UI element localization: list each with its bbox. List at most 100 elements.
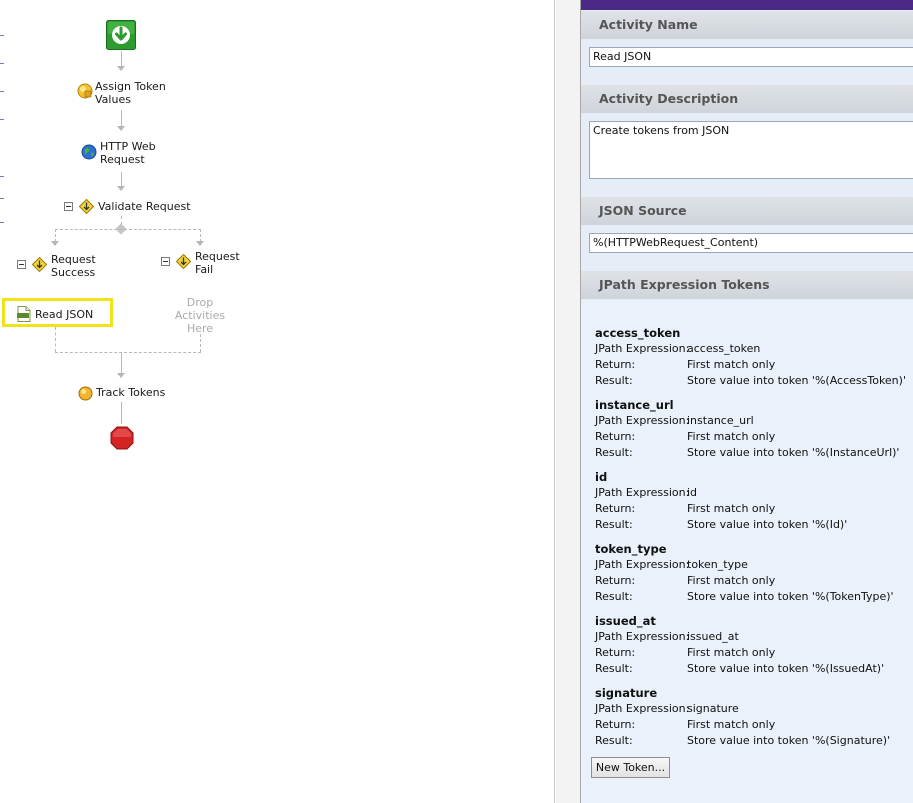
token-ret-row: Return: First match only: [595, 717, 905, 733]
token-row-label: Return:: [595, 430, 636, 443]
token-row-value: First match only: [687, 718, 776, 731]
http-web-request-activity[interactable]: HTTP Web Request: [100, 140, 156, 166]
connector-arrow: [51, 241, 59, 246]
token-row-value: First match only: [687, 574, 776, 587]
token-row-value: First match only: [687, 646, 776, 659]
token-ret-row: Return: First match only: [595, 573, 905, 589]
json-source-header: JSON Source: [581, 197, 913, 225]
token-entry[interactable]: access_token JPath Expression: access_toke…: [595, 325, 906, 389]
token-ret-row: Return: First match only: [595, 501, 905, 517]
token-name: access_token: [595, 326, 681, 340]
token-row-label: Result:: [595, 374, 633, 387]
token-res-row: Result: Store value into token '%(Instanc…: [595, 445, 905, 461]
activity-description-header: Activity Description: [581, 85, 913, 113]
token-row-label: Return:: [595, 718, 636, 731]
token-row-value: Store value into token '%(AccessToken)': [687, 374, 906, 387]
token-entry[interactable]: instance_url JPath Expression: instance_ur…: [595, 397, 905, 461]
token-expr-row: JPath Expression: token_type: [595, 557, 905, 573]
token-row-value: First match only: [687, 430, 776, 443]
token-name: issued_at: [595, 614, 656, 628]
collapse-toggle-validate[interactable]: [64, 202, 73, 211]
token-row-label: JPath Expression:: [595, 630, 690, 643]
token-row-value: Store value into token '%(IssuedAt)': [687, 662, 885, 675]
panel-title-bar: [581, 0, 913, 10]
track-tokens-activity[interactable]: Track Tokens: [96, 386, 165, 399]
activity-label-line: Assign Token: [95, 80, 166, 93]
token-res-row: Result: Store value into token '%(Signatu…: [595, 733, 905, 749]
activity-label-line: Values: [95, 93, 131, 106]
globe-icon: [81, 144, 97, 160]
activity-description-textarea[interactable]: Create tokens from JSON: [589, 121, 913, 179]
token-name: signature: [595, 686, 658, 700]
token-row-value: id: [687, 486, 698, 499]
connector: [121, 402, 122, 424]
token-expr-row: JPath Expression: access_token: [595, 341, 905, 357]
edge-stub: [0, 35, 4, 36]
token-row-label: JPath Expression:: [595, 486, 690, 499]
drop-activities-placeholder[interactable]: Drop Activities Here: [174, 296, 226, 335]
token-row-value: issued_at: [687, 630, 739, 643]
request-success-branch[interactable]: Request Success: [51, 253, 96, 279]
splitter-gutter[interactable]: [556, 0, 580, 803]
request-fail-branch[interactable]: Request Fail: [195, 250, 240, 276]
branch-line: [55, 327, 56, 352]
token-row-label: Return:: [595, 646, 636, 659]
token-res-row: Result: Store value into token '%(AccessT…: [595, 373, 906, 389]
branch-line: [55, 352, 201, 353]
validate-request-activity[interactable]: Validate Request: [98, 200, 191, 213]
token-entry[interactable]: issued_at JPath Expression: issued_at Retur…: [595, 613, 905, 677]
connector: [121, 110, 122, 127]
new-token-button[interactable]: New Token...: [591, 757, 670, 778]
token-row-label: Result:: [595, 734, 633, 747]
token-res-row: Result: Store value into token '%(Id)': [595, 517, 905, 533]
token-row-value: First match only: [687, 502, 776, 515]
workflow-designer-canvas[interactable]: Assign Token Values HTTP Web Request Val…: [0, 0, 556, 803]
token-row-label: JPath Expression:: [595, 414, 690, 427]
connector-arrow: [117, 126, 125, 131]
token-row-label: Result:: [595, 590, 633, 603]
token-row-label: Result:: [595, 518, 633, 531]
pane-divider[interactable]: [554, 0, 555, 803]
activity-label-line: Success: [51, 266, 96, 279]
connector-arrow: [117, 373, 125, 378]
collapse-toggle-success[interactable]: [17, 260, 26, 269]
activity-label-line: Request: [51, 253, 96, 266]
token-row-label: Return:: [595, 574, 636, 587]
token-entry[interactable]: id JPath Expression: id Return: First match …: [595, 469, 905, 533]
token-row-label: JPath Expression:: [595, 558, 690, 571]
placeholder-line: Drop: [186, 296, 214, 309]
token-row-value: Store value into token '%(Signature)': [687, 734, 891, 747]
activity-name-header: Activity Name: [581, 11, 913, 39]
edge-stub: [0, 119, 4, 120]
json-file-icon: [17, 306, 31, 322]
token-expr-row: JPath Expression: instance_url: [595, 413, 905, 429]
token-row-label: Return:: [595, 358, 636, 371]
activity-name-input[interactable]: Read JSON: [589, 47, 913, 67]
token-row-label: JPath Expression:: [595, 342, 690, 355]
token-row-value: instance_url: [687, 414, 754, 427]
edge-stub: [0, 63, 4, 64]
json-source-input[interactable]: %(HTTPWebRequest_Content): [589, 233, 913, 253]
jpath-tokens-list[interactable]: access_token JPath Expression: access_toke…: [581, 300, 913, 803]
token-res-row: Result: Store value into token '%(IssuedA…: [595, 661, 905, 677]
branch-line: [200, 334, 201, 352]
edge-stub: [0, 91, 4, 92]
stop-node-icon[interactable]: [110, 426, 134, 450]
token-name: id: [595, 470, 608, 484]
token-row-value: Store value into token '%(Id)': [687, 518, 848, 531]
activity-label-line: Request: [195, 250, 240, 263]
connector-arrow: [117, 186, 125, 191]
token-expr-row: JPath Expression: issued_at: [595, 629, 905, 645]
collapse-toggle-fail[interactable]: [161, 257, 170, 266]
token-entry[interactable]: token_type JPath Expression: token_type Ret…: [595, 541, 905, 605]
read-json-activity[interactable]: Read JSON: [35, 308, 93, 321]
jpath-tokens-header: JPath Expression Tokens: [581, 271, 913, 299]
assign-token-values-activity[interactable]: Assign Token Values: [95, 80, 166, 106]
connector: [121, 172, 122, 187]
branch-line: [55, 229, 201, 230]
connector: [121, 352, 122, 374]
start-node-icon[interactable]: [106, 20, 136, 50]
activity-label-line: Request: [100, 153, 145, 166]
decision-icon: [78, 198, 95, 215]
token-entry[interactable]: signature JPath Expression: signature Retur…: [595, 685, 905, 749]
